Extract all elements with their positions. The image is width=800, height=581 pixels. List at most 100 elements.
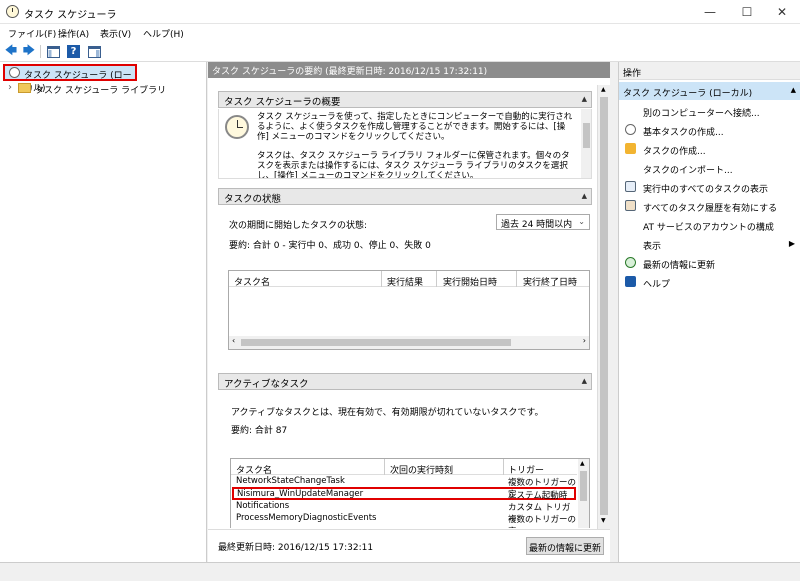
tree-item-label: タスク スケジューラ ライブラリ	[35, 86, 167, 96]
refresh-button[interactable]: 最新の情報に更新	[526, 537, 604, 555]
overview-text-2: タスクは、タスク スケジューラ ライブラリ フォルダーに保管されます。個々のタス…	[257, 151, 570, 179]
action-help[interactable]: ヘルプ	[619, 273, 800, 291]
refresh-icon	[625, 257, 636, 268]
help-icon	[625, 276, 636, 287]
table-row-highlighted[interactable]: Nisimura_WinUpdateManager システム起動時	[232, 487, 576, 501]
period-select-value: 過去 24 時間以内	[501, 220, 573, 230]
history-icon	[625, 200, 636, 211]
scroll-up-icon[interactable]: ▲	[580, 460, 585, 467]
trigger-cell: 複数のトリガーの定	[508, 515, 577, 528]
period-select[interactable]: 過去 24 時間以内 ⌄	[496, 214, 590, 230]
show-hide-console-tree-icon[interactable]	[45, 44, 61, 59]
menu-help[interactable]: ヘルプ(H)	[143, 27, 184, 40]
tree-item-task-scheduler-local[interactable]: タスク スケジューラ (ローカル)	[3, 64, 137, 94]
collapse-icon[interactable]: ▲	[582, 192, 587, 200]
action-import-task[interactable]: タスクのインポート...	[619, 159, 800, 177]
task-name-cell: NetworkStateChangeTask	[236, 476, 345, 486]
column-header[interactable]: 実行終了日時	[523, 275, 577, 288]
active-tasks-section-header[interactable]: アクティブなタスク ▲	[218, 373, 592, 390]
back-arrow-icon[interactable]: 🡄	[3, 43, 19, 59]
actions-group-header[interactable]: タスク スケジューラ (ローカル) ▲	[619, 82, 800, 100]
action-create-task[interactable]: タスクの作成...	[619, 140, 800, 158]
toolbar-divider	[40, 45, 41, 58]
actions-title: 操作	[619, 62, 800, 80]
active-tasks-body: アクティブなタスクとは、現在有効で、有効期限が切れていないタスクです。 要約: …	[218, 391, 592, 528]
task-scheduler-icon	[6, 5, 19, 18]
actions-group-label: タスク スケジューラ (ローカル)	[623, 89, 753, 99]
toolbar: 🡄 🡆 ?	[0, 41, 800, 62]
action-view[interactable]: 表示 ▶	[619, 235, 800, 253]
window-title: タスク スケジューラ	[24, 10, 117, 21]
overview-text-1: タスク スケジューラを使って、指定したときにコンピューターで自動的に実行されるよ…	[257, 112, 573, 142]
forward-arrow-icon[interactable]: 🡆	[21, 43, 37, 59]
menu-view[interactable]: 表示(V)	[100, 27, 131, 40]
folder-icon	[18, 83, 31, 93]
title-bar: タスク スケジューラ — ☐ ✕	[0, 0, 800, 24]
table-header: タスク名 次回の実行時刻 トリガー	[231, 459, 577, 476]
table-header: タスク名 実行結果 実行開始日時 実行終了日時	[229, 271, 589, 288]
action-show-running-tasks[interactable]: 実行中のすべてのタスクの表示	[619, 178, 800, 196]
collapse-icon[interactable]: ▲	[791, 86, 796, 94]
scroll-right-icon[interactable]: ›	[583, 336, 586, 345]
action-enable-task-history[interactable]: すべてのタスク履歴を有効にする	[619, 197, 800, 215]
scroll-down-icon[interactable]: ▼	[601, 517, 606, 524]
overview-section-header[interactable]: タスク スケジューラの概要 ▲	[218, 91, 592, 108]
scroll-left-icon[interactable]: ‹	[232, 336, 235, 345]
help-icon[interactable]: ?	[67, 45, 80, 58]
task-name-cell: ProcessMemoryDiagnosticEvents	[236, 513, 377, 523]
task-status-body: 次の期間に開始したタスクの状態: 過去 24 時間以内 ⌄ 要約: 合計 0 -…	[218, 206, 592, 356]
column-header[interactable]: 実行開始日時	[443, 275, 497, 288]
section-title: アクティブなタスク	[224, 379, 309, 390]
overview-scrollbar[interactable]	[581, 109, 591, 178]
action-refresh[interactable]: 最新の情報に更新	[619, 254, 800, 272]
menu-action[interactable]: 操作(A)	[58, 27, 89, 40]
action-connect-computer[interactable]: 別のコンピューターへ接続...	[619, 102, 800, 120]
chevron-down-icon: ⌄	[578, 217, 585, 226]
show-hide-action-pane-icon[interactable]	[86, 44, 102, 59]
summary-scrollbar[interactable]: ▲ ▼	[597, 85, 610, 529]
maximize-button[interactable]: ☐	[727, 0, 767, 24]
collapse-icon[interactable]: ▲	[582, 95, 587, 103]
status-period-label: 次の期間に開始したタスクの状態:	[229, 221, 368, 231]
submenu-arrow-icon: ▶	[788, 239, 795, 248]
table-row[interactable]: NetworkStateChangeTask 複数のトリガーの定	[231, 475, 577, 500]
task-status-section-header[interactable]: タスクの状態 ▲	[218, 188, 592, 205]
menu-file[interactable]: ファイル(F)	[8, 27, 56, 40]
tree-item-task-scheduler-library[interactable]: › タスク スケジューラ ライブラリ	[8, 81, 198, 96]
action-configure-at-service[interactable]: AT サービスのアカウントの構成	[619, 216, 800, 234]
task-name-cell: Nisimura_WinUpdateManager	[237, 489, 364, 499]
new-task-icon	[625, 143, 636, 154]
overview-body: タスク スケジューラを使って、指定したときにコンピューターで自動的に実行されるよ…	[218, 109, 592, 179]
list-icon	[625, 181, 636, 192]
clock-icon	[625, 124, 636, 135]
minimize-button[interactable]: —	[690, 0, 730, 24]
actions-pane: 操作 タスク スケジューラ (ローカル) ▲ 別のコンピューターへ接続... 基…	[618, 62, 800, 562]
column-header[interactable]: タスク名	[234, 275, 270, 288]
active-tasks-description: アクティブなタスクとは、現在有効で、有効期限が切れていないタスクです。	[231, 408, 544, 418]
table-row[interactable]: ProcessMemoryDiagnosticEvents 複数のトリガーの定	[231, 512, 577, 528]
status-bar	[0, 562, 800, 581]
summary-header: タスク スケジューラの要約 (最終更新日時: 2016/12/15 17:32:…	[208, 62, 610, 78]
clock-icon	[9, 67, 20, 78]
summary-footer: 最終更新日時: 2016/12/15 17:32:11 最新の情報に更新	[208, 529, 610, 562]
scroll-up-icon[interactable]: ▲	[601, 86, 606, 93]
horizontal-scrollbar[interactable]: ‹ ›	[229, 336, 589, 349]
task-status-table: タスク名 実行結果 実行開始日時 実行終了日時 ‹ ›	[228, 270, 590, 350]
table-row[interactable]: Notifications カスタム トリガー	[231, 500, 577, 525]
collapse-icon[interactable]: ▲	[582, 377, 587, 385]
vertical-scrollbar[interactable]: ▲	[578, 459, 589, 528]
close-button[interactable]: ✕	[762, 0, 800, 24]
console-tree: タスク スケジューラ (ローカル) › タスク スケジューラ ライブラリ	[0, 62, 207, 562]
status-summary: 要約: 合計 0 - 実行中 0、成功 0、停止 0、失敗 0	[229, 241, 431, 251]
action-create-basic-task[interactable]: 基本タスクの作成...	[619, 121, 800, 139]
clock-icon	[225, 115, 249, 139]
section-title: タスク スケジューラの概要	[224, 97, 341, 108]
expand-chevron-icon[interactable]: ›	[8, 82, 12, 93]
column-header[interactable]: 実行結果	[387, 275, 423, 288]
last-updated-text: 最終更新日時: 2016/12/15 17:32:11	[218, 543, 374, 553]
active-tasks-table: タスク名 次回の実行時刻 トリガー NetworkStateChangeTask…	[230, 458, 590, 528]
task-name-cell: Notifications	[236, 501, 290, 511]
summary-pane: タスク スケジューラの要約 (最終更新日時: 2016/12/15 17:32:…	[208, 62, 610, 562]
menu-bar: ファイル(F) 操作(A) 表示(V) ヘルプ(H)	[0, 24, 800, 41]
active-tasks-summary: 要約: 合計 87	[231, 426, 288, 436]
